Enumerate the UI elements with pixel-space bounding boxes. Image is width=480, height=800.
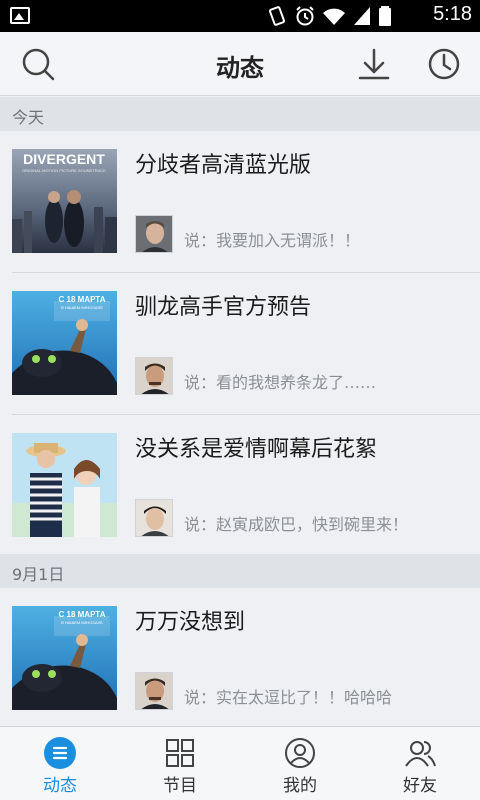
tab-friends[interactable]: 好友: [360, 727, 480, 800]
video-title[interactable]: 没关系是爱情啊幕后花絮: [135, 431, 377, 463]
section-header-date: 9月1日: [0, 554, 480, 588]
video-title[interactable]: 万万没想到: [135, 604, 245, 636]
download-button[interactable]: [354, 44, 394, 84]
feed-item[interactable]: С 18 МАРТА В НАШЕМ КИНОЗАЛЕ 驯龙高手官方预告 说：看…: [0, 273, 480, 415]
friends-icon: [405, 741, 436, 767]
tab-label: 我的: [283, 776, 317, 796]
comment-text: 说：看的我想养条龙了……: [184, 373, 377, 392]
clock-icon: [428, 48, 460, 80]
status-time: 5:18: [433, 3, 472, 25]
svg-text:В НАШЕМ КИНОЗАЛЕ: В НАШЕМ КИНОЗАЛЕ: [61, 620, 103, 625]
tab-label: 动态: [43, 776, 77, 796]
signal-icon: [354, 7, 370, 25]
svg-text:С 18 МАРТА: С 18 МАРТА: [59, 295, 106, 304]
history-button[interactable]: [424, 44, 464, 84]
tab-label: 好友: [403, 776, 437, 796]
grid-icon: [166, 739, 194, 767]
page-title: 动态: [216, 54, 264, 82]
wifi-icon: [323, 8, 345, 25]
status-icons: [266, 4, 392, 28]
feed-icon: [44, 737, 76, 769]
tab-label: 节目: [163, 776, 197, 796]
svg-text:С 18 МАРТА: С 18 МАРТА: [59, 610, 106, 619]
avatar[interactable]: [135, 357, 173, 395]
avatar[interactable]: [135, 215, 173, 253]
vibrate-icon: [268, 6, 286, 26]
feed-item[interactable]: С 18 МАРТА В НАШЕМ КИНОЗАЛЕ 万万没想到 说：实在太逗…: [0, 588, 480, 730]
tab-feed[interactable]: 动态: [0, 727, 120, 800]
battery-icon: [379, 6, 391, 26]
video-thumbnail[interactable]: С 18 МАРТА В НАШЕМ КИНОЗАЛЕ: [12, 606, 117, 710]
video-thumbnail[interactable]: С 18 МАРТА В НАШЕМ КИНОЗАЛЕ: [12, 291, 117, 395]
bottom-tab-bar: 动态 节目 我的 好友: [0, 726, 480, 800]
tab-programs[interactable]: 节目: [120, 727, 240, 800]
profile-icon: [285, 738, 315, 768]
alarm-icon: [296, 6, 314, 26]
gallery-icon: [10, 7, 30, 24]
section-header-today: 今天: [0, 97, 480, 131]
video-title[interactable]: 驯龙高手官方预告: [135, 289, 311, 321]
avatar[interactable]: [135, 672, 173, 710]
comment-text: 说：我要加入无谓派！！: [184, 231, 361, 250]
video-thumbnail[interactable]: [12, 433, 117, 537]
svg-text:ORIGINAL MOTION PICTURE SOUNDT: ORIGINAL MOTION PICTURE SOUNDTRACK: [22, 168, 106, 173]
feed-item[interactable]: 没关系是爱情啊幕后花絮 说：赵寅成欧巴，快到碗里来！: [0, 415, 480, 557]
svg-text:DIVERGENT: DIVERGENT: [23, 151, 105, 167]
video-title[interactable]: 分歧者高清蓝光版: [135, 147, 311, 179]
feed-item[interactable]: DIVERGENT ORIGINAL MOTION PICTURE SOUNDT…: [0, 131, 480, 273]
video-thumbnail[interactable]: DIVERGENT ORIGINAL MOTION PICTURE SOUNDT…: [12, 149, 117, 253]
avatar[interactable]: [135, 499, 173, 537]
app-header: 动态: [0, 32, 480, 96]
status-bar: 5:18: [0, 0, 480, 32]
tab-profile[interactable]: 我的: [240, 727, 360, 800]
comment-text: 说：实在太逗比了！！哈哈哈: [184, 688, 393, 707]
download-icon: [358, 48, 390, 80]
comment-text: 说：赵寅成欧巴，快到碗里来！: [184, 515, 409, 534]
svg-text:В НАШЕМ КИНОЗАЛЕ: В НАШЕМ КИНОЗАЛЕ: [61, 305, 103, 310]
